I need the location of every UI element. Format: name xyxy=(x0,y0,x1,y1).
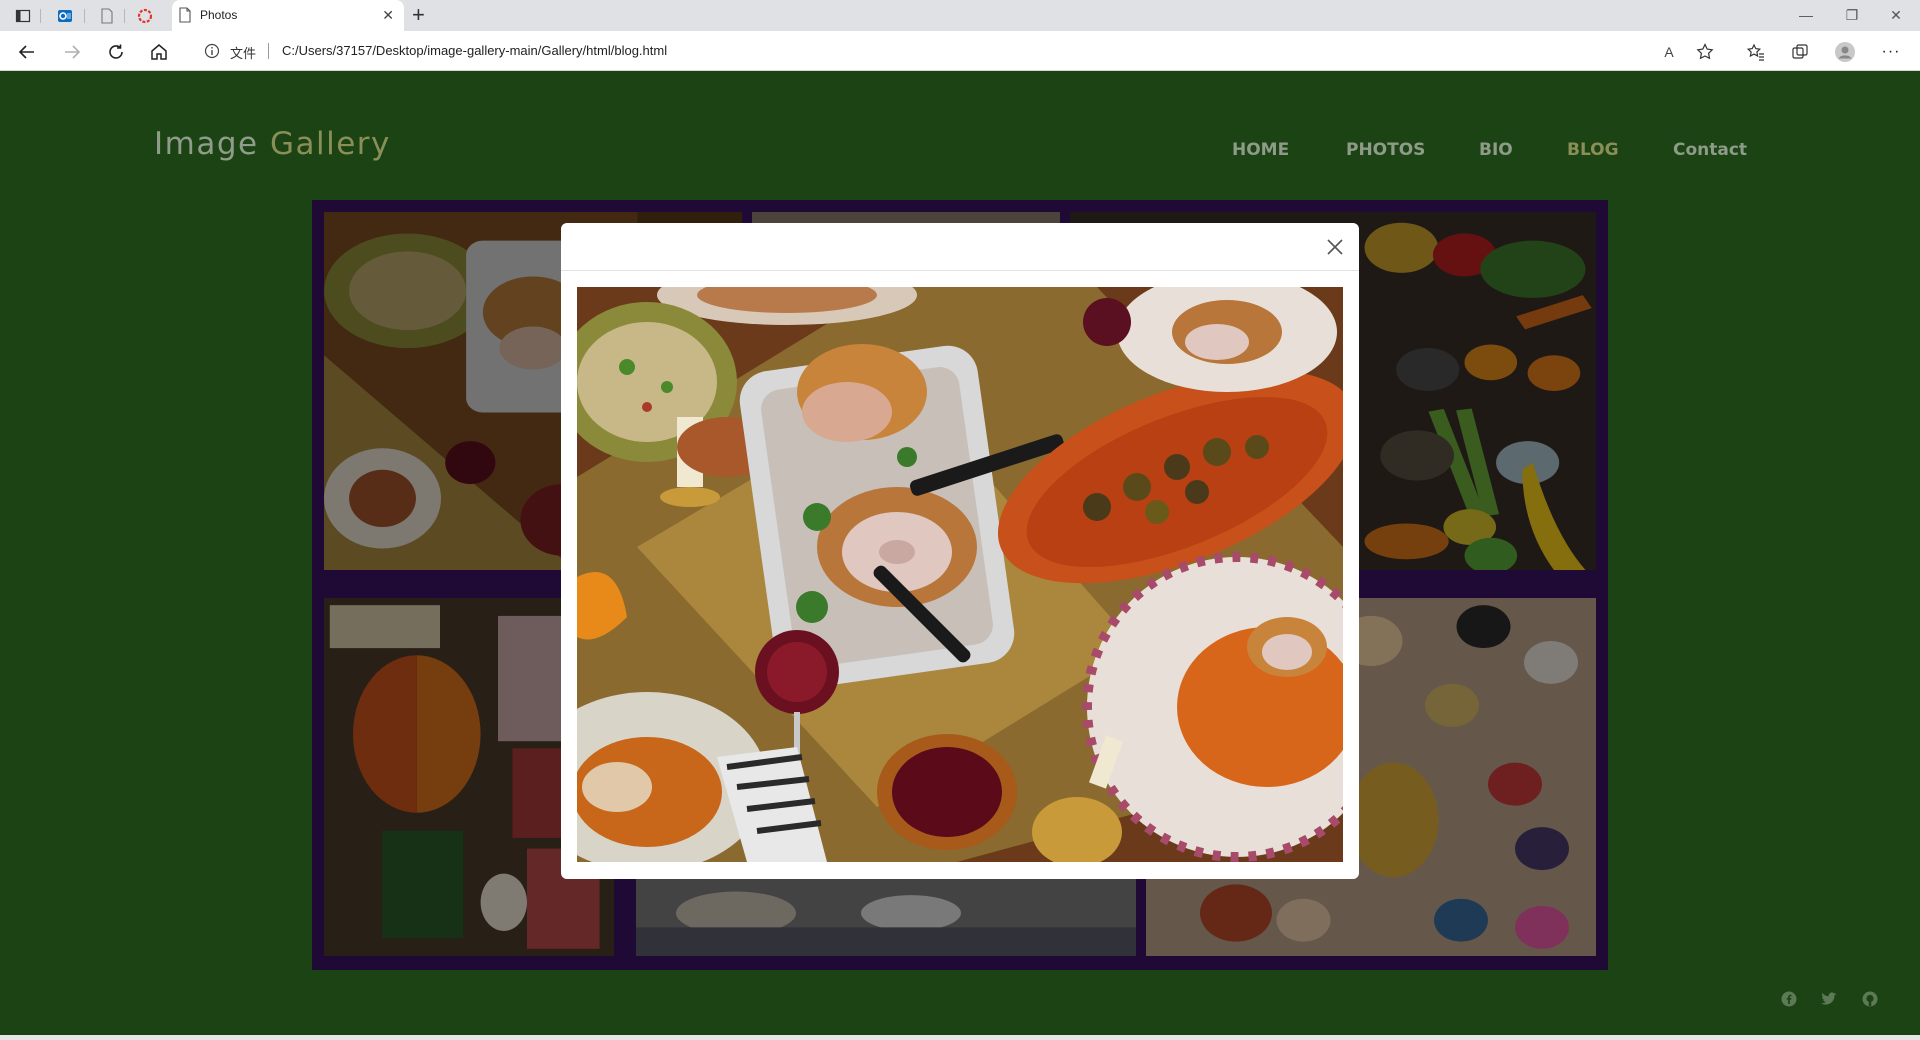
minimize-icon[interactable]: — xyxy=(1786,4,1826,26)
modal-header xyxy=(561,223,1359,271)
collections-icon[interactable] xyxy=(1789,41,1811,63)
address-toolbar: 文件 C:/Users/37157/Desktop/image-gallery-… xyxy=(0,31,1920,71)
profile-icon[interactable] xyxy=(1834,41,1856,63)
address-bar[interactable]: 文件 C:/Users/37157/Desktop/image-gallery-… xyxy=(190,37,1710,65)
window-close-icon[interactable]: ✕ xyxy=(1876,4,1916,26)
read-aloud-icon[interactable]: A xyxy=(1658,41,1680,63)
restore-icon[interactable]: ❐ xyxy=(1832,4,1872,26)
modal-photo-holiday-feast xyxy=(577,287,1343,862)
tab-actions-icon[interactable] xyxy=(13,6,33,26)
tab-title: Photos xyxy=(200,8,238,22)
new-tab-icon[interactable]: + xyxy=(412,3,425,27)
extension-icon[interactable] xyxy=(135,6,155,26)
home-icon[interactable] xyxy=(148,41,170,63)
read-aloud-label: A xyxy=(1664,44,1674,60)
page-icon xyxy=(178,7,192,28)
file-protocol-label: 文件 xyxy=(230,46,257,61)
refresh-icon[interactable] xyxy=(105,41,127,63)
more-icon[interactable]: ··· xyxy=(1880,41,1902,63)
forward-icon[interactable] xyxy=(61,41,83,63)
back-icon[interactable] xyxy=(16,41,38,63)
favorites-icon[interactable] xyxy=(1745,41,1767,63)
image-modal xyxy=(561,223,1359,879)
url-text[interactable]: C:/Users/37157/Desktop/image-gallery-mai… xyxy=(282,43,667,58)
active-tab[interactable]: Photos ✕ xyxy=(172,0,404,31)
outlook-icon[interactable] xyxy=(55,6,75,26)
favorites-star-icon[interactable] xyxy=(1694,41,1716,63)
window-bottom-edge xyxy=(0,1035,1920,1040)
close-icon[interactable] xyxy=(1323,235,1347,259)
info-icon[interactable] xyxy=(204,43,220,64)
page-icon[interactable] xyxy=(97,6,117,26)
tab-close-icon[interactable]: ✕ xyxy=(382,8,394,22)
browser-tab-strip: Photos ✕ + — ❐ ✕ xyxy=(0,0,1920,31)
